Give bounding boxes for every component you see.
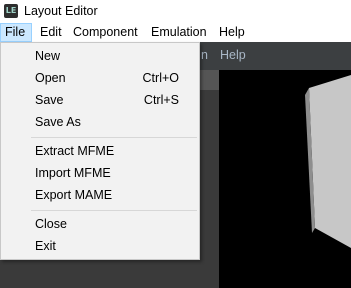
- menu-item-import-mfme[interactable]: Import MFME: [1, 162, 199, 184]
- menu-file[interactable]: File: [0, 23, 32, 42]
- menu-bar: File Edit Component Emulation Help: [0, 23, 351, 42]
- menu-item-extract-mfme[interactable]: Extract MFME: [1, 140, 199, 162]
- canvas-graphic: [305, 75, 351, 248]
- menu-item-label: Close: [35, 217, 67, 231]
- menu-item-label: New: [35, 49, 61, 63]
- background-menu-help: Help: [220, 48, 246, 62]
- menu-item-label: Open: [35, 71, 66, 85]
- menu-item-label: Export MAME: [35, 188, 113, 202]
- menu-item-label: Save: [35, 93, 64, 107]
- menu-item-new[interactable]: New: [1, 45, 199, 67]
- emulation-canvas[interactable]: [219, 70, 351, 288]
- file-menu-dropdown: New Open Ctrl+O Save Ctrl+S Save As Extr…: [0, 42, 200, 260]
- menu-item-label: Import MFME: [35, 166, 111, 180]
- menu-item-label: Exit: [35, 239, 56, 253]
- menu-separator: [31, 137, 197, 138]
- window-title: Layout Editor: [24, 4, 98, 18]
- menu-item-exit[interactable]: Exit: [1, 235, 199, 257]
- menu-component[interactable]: Component: [73, 23, 138, 42]
- menu-help[interactable]: Help: [219, 23, 245, 42]
- menu-item-open[interactable]: Open Ctrl+O: [1, 67, 199, 89]
- menu-item-shortcut: Ctrl+O: [142, 71, 179, 85]
- menu-item-label: Extract MFME: [35, 144, 115, 158]
- menu-item-label: Save As: [35, 115, 81, 129]
- title-bar: LE Layout Editor: [0, 0, 351, 23]
- menu-edit[interactable]: Edit: [40, 23, 62, 42]
- menu-separator: [31, 210, 197, 211]
- menu-item-export-mame[interactable]: Export MAME: [1, 184, 199, 206]
- 3d-box-face: [309, 75, 351, 248]
- menu-item-shortcut: Ctrl+S: [143, 93, 179, 107]
- menu-item-save[interactable]: Save Ctrl+S: [1, 89, 199, 111]
- background-menu-item: n: [201, 48, 208, 62]
- menu-emulation[interactable]: Emulation: [151, 23, 207, 42]
- menu-item-save-as[interactable]: Save As: [1, 111, 199, 133]
- menu-item-close[interactable]: Close: [1, 213, 199, 235]
- app-icon: LE: [4, 4, 18, 18]
